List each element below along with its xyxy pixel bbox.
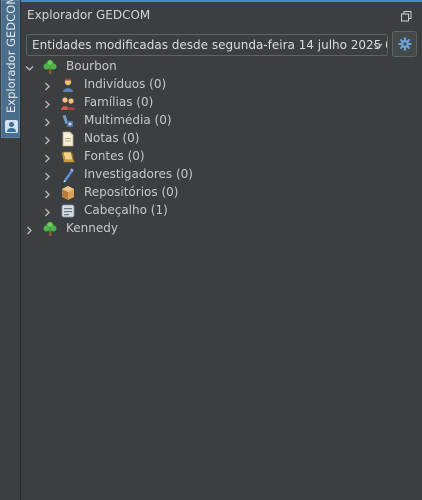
- side-tab-label: Explorador GEDCOM: [4, 0, 18, 113]
- tree-node-label: Kennedy: [66, 221, 118, 235]
- tree-node-researchers[interactable]: Investigadores (0): [21, 166, 422, 184]
- tree-node-label: Notas (0): [84, 131, 140, 145]
- chevron-right-icon[interactable]: [43, 134, 52, 145]
- tree-node-header[interactable]: Cabeçalho (1): [21, 202, 422, 220]
- tree-node-label: Investigadores (0): [84, 167, 193, 181]
- tree-node-individuals[interactable]: Indivíduos (0): [21, 76, 422, 94]
- chevron-right-icon[interactable]: [43, 116, 52, 127]
- panel-header: Explorador GEDCOM: [21, 2, 422, 30]
- chevron-right-icon[interactable]: [25, 224, 34, 235]
- tree-node-bourbon[interactable]: Bourbon: [21, 58, 422, 76]
- tree-node-label: Multimédia (0): [84, 113, 172, 127]
- chevron-right-icon[interactable]: [43, 98, 52, 109]
- note-icon: [60, 131, 76, 147]
- restore-window-icon[interactable]: [401, 11, 412, 22]
- individual-icon: [60, 77, 76, 93]
- researcher-icon: [60, 167, 76, 183]
- filter-settings-button[interactable]: [392, 31, 417, 57]
- chevron-right-icon[interactable]: [43, 80, 52, 91]
- side-tool-strip: Explorador GEDCOM: [0, 0, 21, 500]
- chevron-down-icon[interactable]: [25, 62, 34, 71]
- tree-node-label: Indivíduos (0): [84, 77, 167, 91]
- tree-node-notes[interactable]: Notas (0): [21, 130, 422, 148]
- chevron-right-icon[interactable]: [43, 188, 52, 199]
- tree-node-label: Fontes (0): [84, 149, 145, 163]
- tree-node-label: Repositórios (0): [84, 185, 179, 199]
- gear-icon: [398, 37, 412, 51]
- chevron-right-icon[interactable]: [43, 206, 52, 217]
- multimedia-icon: [60, 113, 76, 129]
- side-tab-gedcom-explorer[interactable]: Explorador GEDCOM: [1, 0, 20, 138]
- tree-node-label: Bourbon: [66, 59, 117, 73]
- repository-icon: [60, 185, 76, 201]
- tree-node-label: Famílias (0): [84, 95, 154, 109]
- chevron-down-icon: [373, 40, 383, 50]
- gedcom-explorer-panel: Explorador GEDCOM Entidades modificadas …: [21, 0, 422, 500]
- tree-node-families[interactable]: Famílias (0): [21, 94, 422, 112]
- panel-title: Explorador GEDCOM: [27, 8, 151, 22]
- chevron-right-icon[interactable]: [43, 152, 52, 163]
- filter-selected-value: Entidades modificadas desde segunda-feir…: [32, 38, 388, 52]
- source-icon: [60, 149, 76, 165]
- tree-node-multimedia[interactable]: Multimédia (0): [21, 112, 422, 130]
- tree-node-label: Cabeçalho (1): [84, 203, 168, 217]
- tree-node-sources[interactable]: Fontes (0): [21, 148, 422, 166]
- family-tree-icon: [42, 221, 58, 237]
- family-icon: [60, 95, 76, 111]
- tree-node-repositories[interactable]: Repositórios (0): [21, 184, 422, 202]
- header-icon: [60, 203, 76, 219]
- chevron-right-icon[interactable]: [43, 170, 52, 181]
- user-card-icon: [5, 120, 18, 133]
- tree-node-kennedy[interactable]: Kennedy: [21, 220, 422, 238]
- family-tree-icon: [42, 59, 58, 75]
- modified-entities-filter-select[interactable]: Entidades modificadas desde segunda-feir…: [26, 34, 388, 56]
